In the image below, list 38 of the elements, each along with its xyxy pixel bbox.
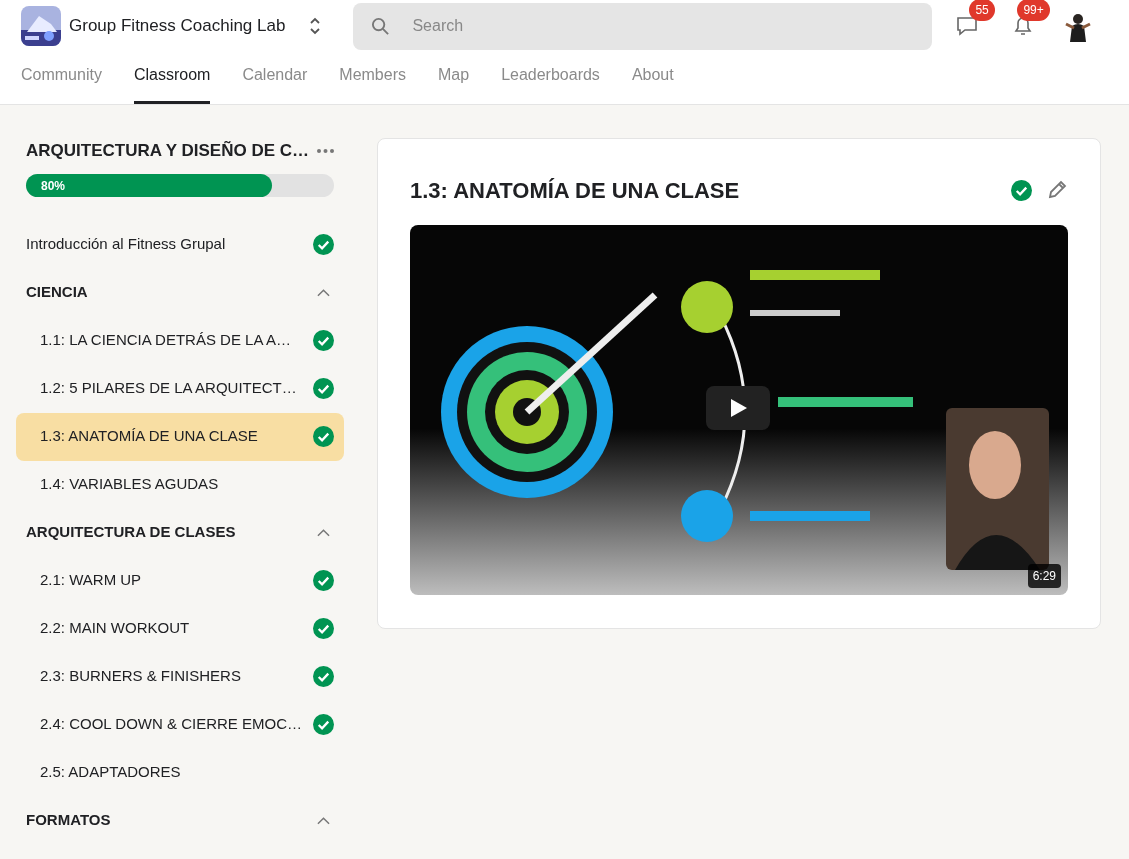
chevron-up-icon[interactable] xyxy=(317,816,330,825)
search-field[interactable]: Search xyxy=(353,2,933,50)
notification-badge: 99+ xyxy=(1017,0,1050,21)
lesson-item[interactable]: 1.3: ANATOMÍA DE UNA CLASE xyxy=(16,412,344,461)
progress-label: 80% xyxy=(41,177,66,195)
lesson-item[interactable]: 2.5: ADAPTADORES xyxy=(16,748,344,797)
lesson-item[interactable]: 2.4: COOL DOWN & CIERRE EMOC… xyxy=(16,700,344,749)
course-title: ARQUITECTURA Y DISEÑO DE C… xyxy=(26,140,310,162)
nav-tab[interactable]: Community xyxy=(21,63,102,104)
chevron-up-icon[interactable] xyxy=(317,288,330,297)
chat-icon[interactable] xyxy=(955,15,980,37)
nav-tab[interactable]: Members xyxy=(339,63,406,104)
nav-tab[interactable]: Leaderboards xyxy=(501,63,600,104)
video-player[interactable]: 6:29 xyxy=(410,225,1068,595)
section-title[interactable]: CIENCIA xyxy=(26,281,88,304)
lesson-item[interactable]: 1.1: LA CIENCIA DETRÁS DE LA A… xyxy=(16,316,344,365)
nav-tab[interactable]: Calendar xyxy=(242,63,308,104)
chevron-up-icon[interactable] xyxy=(317,528,330,537)
nav-tab[interactable]: Map xyxy=(438,63,470,104)
lesson-item[interactable]: 2.1: WARM UP xyxy=(16,556,344,605)
video-duration: 6:29 xyxy=(1027,564,1061,588)
edit-icon[interactable] xyxy=(1046,179,1068,201)
section-title[interactable]: FORMATOS xyxy=(26,809,111,832)
lesson-title: 1.3: ANATOMÍA DE UNA CLASE xyxy=(410,176,740,205)
more-icon[interactable] xyxy=(317,148,334,153)
nav-tab[interactable]: About xyxy=(631,63,674,104)
notification-badge: 55 xyxy=(969,0,995,21)
lesson-item[interactable]: 2.3: BURNERS & FINISHERS xyxy=(16,652,344,701)
lesson-item[interactable]: 1.2: 5 PILARES DE LA ARQUITECT… xyxy=(16,364,344,413)
lesson-item[interactable]: Introducción al Fitness Grupal xyxy=(16,220,344,269)
play-button[interactable] xyxy=(706,386,770,430)
nav-tab[interactable]: Classroom xyxy=(133,63,211,104)
section-title[interactable]: ARQUITECTURA DE CLASES xyxy=(26,521,236,544)
group-name[interactable]: Group Fitness Coaching Lab xyxy=(69,13,286,39)
chevron-up-down-icon[interactable] xyxy=(309,16,322,36)
lesson-item[interactable]: 2.2: MAIN WORKOUT xyxy=(16,604,344,653)
search-icon xyxy=(371,16,391,36)
lesson-item[interactable]: 1.4: VARIABLES AGUDAS xyxy=(16,460,344,509)
